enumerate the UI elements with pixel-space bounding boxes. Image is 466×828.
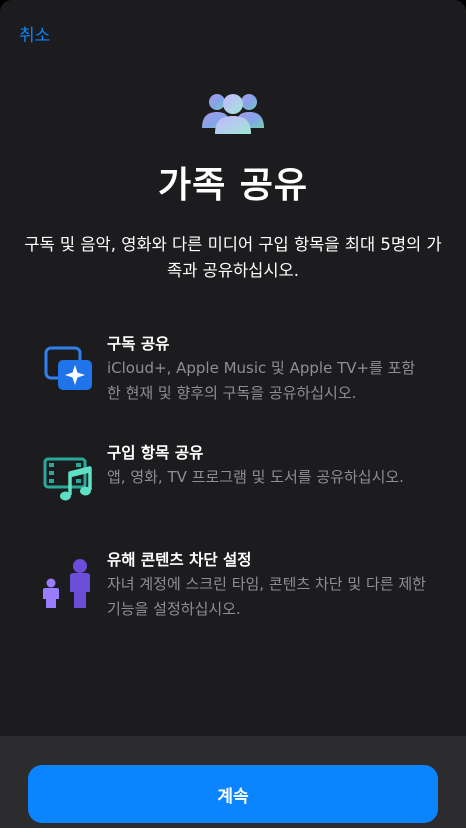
- family-people-icon: [197, 88, 269, 138]
- footer-bar: 계속: [0, 736, 466, 828]
- page-subtitle: 구독 및 음악, 영화와 다른 미디어 구입 항목을 최대 5명의 가족과 공유…: [24, 235, 442, 280]
- cancel-button[interactable]: 취소: [19, 21, 50, 46]
- feature-description: iCloud+, Apple Music 및 Apple TV+를 포함한 현재…: [107, 359, 416, 402]
- parental-controls-icon: [40, 556, 100, 616]
- page-title: 가족 공유: [157, 165, 308, 206]
- feature-description: 앱, 영화, TV 프로그램 및 도서를 공유하십시오.: [107, 468, 404, 486]
- feature-title: 유해 콘텐츠 차단 설정: [107, 551, 252, 569]
- feature-title: 구입 항목 공유: [107, 444, 204, 462]
- feature-description: 자녀 계정에 스크린 타임, 콘텐츠 차단 및 다른 제한 기능을 설정하십시오…: [107, 575, 426, 618]
- subscription-share-icon: [40, 342, 100, 402]
- family-sharing-sheet: 취소 가족 공유 구독 및 음악, 영화와 다른 미디어 구입 항목을 최대 5…: [0, 0, 466, 828]
- purchase-share-icon: [40, 451, 100, 511]
- continue-button[interactable]: 계속: [28, 765, 438, 823]
- feature-title: 구독 공유: [107, 335, 170, 353]
- screen: 취소 가족 공유 구독 및 음악, 영화와 다른 미디어 구입 항목을 최대 5…: [0, 0, 466, 828]
